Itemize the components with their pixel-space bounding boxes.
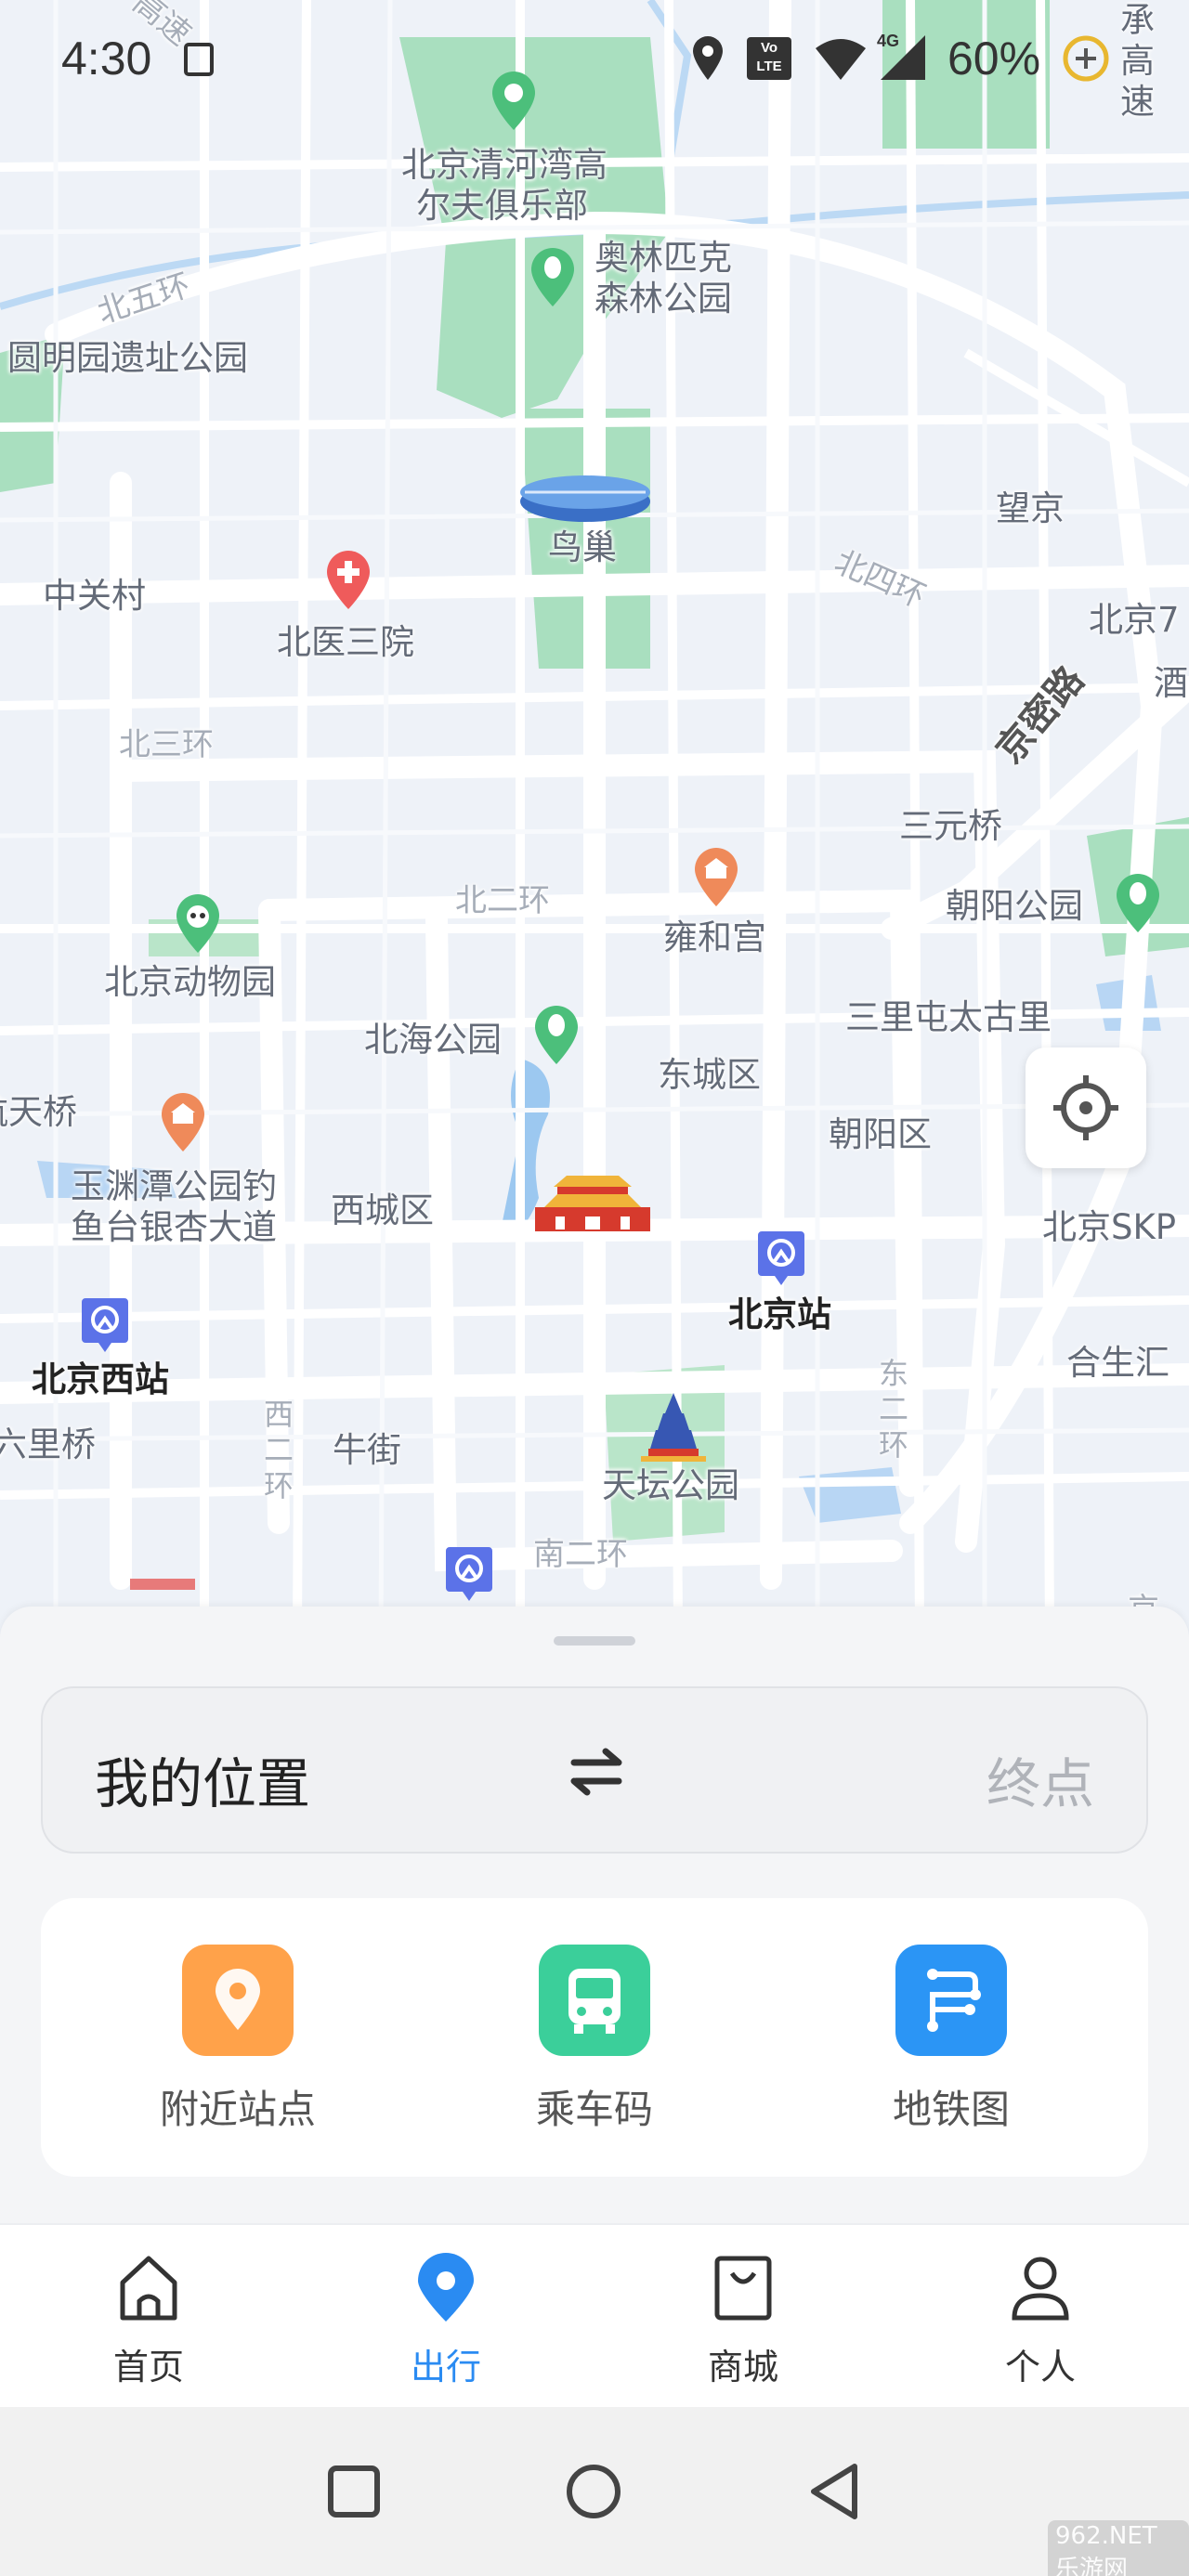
status-time: 4:30 [61,33,152,85]
railway-station-icon[interactable] [80,1295,130,1356]
area-label: 西城区 [331,1190,434,1230]
temple-icon[interactable] [691,847,741,908]
park-icon[interactable] [1113,873,1163,934]
tab-label: 首页 [112,2347,184,2387]
area-label: 东城区 [658,1055,761,1095]
tab-label: 商城 [707,2347,778,2387]
travel-pin-icon [418,2253,474,2322]
back-icon[interactable] [803,2459,868,2524]
area-label: 牛街 [333,1430,401,1470]
park-icon[interactable] [531,1005,581,1066]
tab-profile[interactable]: 个人 [892,2225,1189,2409]
origin-field[interactable]: 我的位置 [95,1740,310,1818]
wifi-icon [816,39,866,80]
map-view[interactable]: 北京清河湾高 尔夫俱乐部 奥林匹克 森林公园 北五环 圆明园遗址公园 鸟巢 望京… [0,0,1189,1634]
nearby-stations-button[interactable]: 附近站点 [126,1945,349,2149]
watermark: 962.NET 乐游网 [1048,2520,1189,2576]
tab-home[interactable]: 首页 [0,2225,297,2409]
station-label[interactable]: 北京站 [728,1295,831,1335]
area-label: 三元桥 [899,806,1002,846]
park-icon[interactable] [528,247,578,308]
poi-label[interactable]: 森林公园 [594,279,732,319]
action-label: 乘车码 [535,2087,653,2132]
road-label: 北二环 [455,882,550,919]
poi-label[interactable]: 北京清河湾高 [401,145,608,186]
network-type: 4G [877,32,900,50]
destination-field[interactable]: 终点 [986,1740,1094,1818]
temple-icon[interactable] [158,1092,208,1153]
poi-label[interactable]: 奥林匹克 [594,238,732,279]
battery-percent: 60% [947,33,1041,85]
road-label: 北三环 [119,726,214,763]
quick-actions: 附近站点 乘车码 地铁图 [41,1898,1148,2177]
volte-icon: Vo LTE [747,37,791,80]
tab-label: 出行 [410,2347,481,2387]
poi-label[interactable]: 玉渊潭公园钓 [71,1166,277,1207]
action-label: 附近站点 [159,2087,316,2132]
road-label: 南二环 [533,1536,628,1573]
home-nav-icon[interactable] [561,2459,626,2524]
poi-label[interactable]: 北医三院 [277,622,414,663]
hospital-icon[interactable] [323,550,373,611]
subway-map-icon [895,1945,1007,2056]
area-label: 六里桥 [0,1425,96,1464]
poi-label[interactable]: 天坛公园 [602,1465,739,1506]
poi-label[interactable]: 雍和宫 [663,917,766,958]
poi-label[interactable]: 北海公园 [364,1020,502,1060]
poi-label[interactable]: 圆明园遗址公园 [7,338,248,379]
poi-label[interactable]: 北京动物园 [104,962,276,1003]
battery-saver-icon [1063,35,1109,82]
poi-label[interactable]: 朝阳公园 [946,886,1083,927]
poi-label[interactable]: 尔夫俱乐部 [416,186,588,227]
subway-map-button[interactable]: 地铁图 [840,1945,1063,2149]
area-label: 北京SKP [1042,1207,1177,1247]
ride-code-button[interactable]: 乘车码 [483,1945,706,2149]
locate-me-button[interactable] [1026,1047,1146,1168]
road-label: 东二环 [879,1356,909,1463]
person-icon [1012,2257,1069,2321]
zoo-panda-icon[interactable] [173,893,223,955]
route-sheet: 我的位置 终点 附近站点 乘车码 地铁图 [0,1607,1189,2223]
location-pin-icon [182,1945,294,2056]
area-label: 酒 [1154,663,1188,703]
poi-label[interactable]: 三里屯太古里 [845,997,1052,1038]
railway-station-icon[interactable] [444,1543,494,1605]
swap-icon[interactable] [567,1746,626,1798]
bus-icon [539,1945,650,2056]
poi-label[interactable]: 鱼台银杏大道 [71,1207,277,1248]
area-label: 望京 [996,488,1065,528]
home-icon [120,2256,177,2321]
route-input-box[interactable]: 我的位置 终点 [41,1686,1148,1854]
system-navigation-bar [0,2407,1189,2576]
screenshot-icon [184,43,214,76]
poi-label[interactable]: 鸟巢 [548,527,617,568]
crosshair-icon [1053,1075,1118,1140]
bottom-tab-bar: 首页 出行 商城 个人 [0,2223,1189,2407]
railway-station-icon[interactable] [756,1228,806,1289]
area-label: 北京7 [1089,600,1180,640]
drag-handle[interactable] [554,1636,635,1646]
area-label: 朝阳区 [829,1114,932,1154]
road-label: 西二环 [264,1397,294,1503]
area-label: 航天桥 [0,1092,77,1132]
status-bar: 4:30 Vo LTE 4G 60% [0,0,1189,123]
area-label: 合生汇 [1066,1343,1169,1383]
station-label[interactable]: 北京西站 [32,1360,169,1400]
area-label: 中关村 [43,576,146,616]
tab-shop[interactable]: 商城 [594,2225,892,2409]
location-icon [693,36,723,80]
action-label: 地铁图 [892,2087,1010,2132]
shopping-bag-icon [714,2256,772,2321]
tab-label: 个人 [1004,2347,1076,2387]
recent-apps-icon[interactable] [321,2459,386,2524]
tab-travel[interactable]: 出行 [297,2225,594,2409]
